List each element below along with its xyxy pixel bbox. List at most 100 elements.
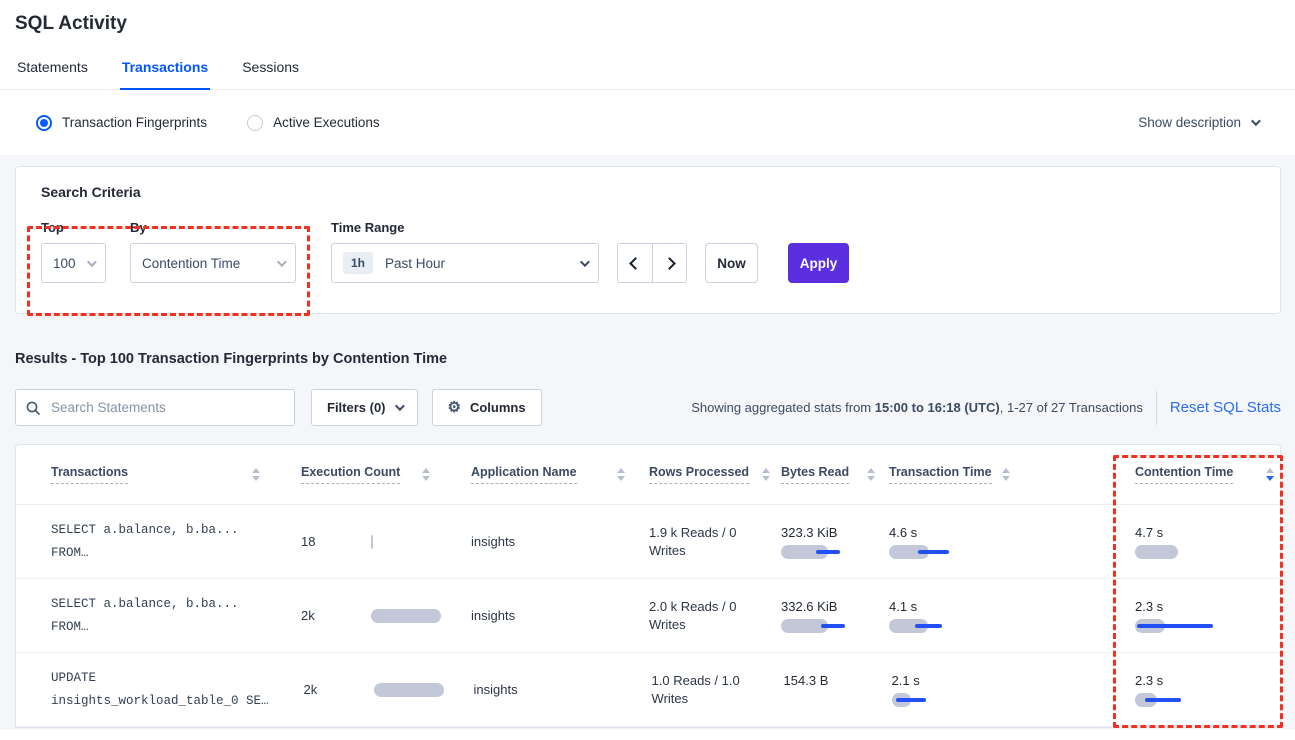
column-label[interactable]: Contention Time xyxy=(1135,465,1233,484)
radio-transaction-fingerprints[interactable]: Transaction Fingerprints xyxy=(36,115,207,131)
column-header-application-name[interactable]: Application Name xyxy=(436,465,631,484)
query-line-1[interactable]: SELECT a.balance, b.ba... xyxy=(51,519,266,542)
transaction-fingerprint-cell[interactable]: SELECT a.balance, b.ba... FROM… xyxy=(16,593,266,639)
filters-button[interactable]: Filters (0) xyxy=(311,389,418,426)
now-button[interactable]: Now xyxy=(705,243,758,283)
page-title: SQL Activity xyxy=(15,13,1280,35)
contention-time-bar xyxy=(1135,693,1280,707)
bytes-read-bar xyxy=(781,545,881,559)
radio-label[interactable]: Transaction Fingerprints xyxy=(62,115,207,130)
query-line-2[interactable]: FROM… xyxy=(51,542,266,565)
table-row[interactable]: SELECT a.balance, b.ba... FROM… 18 insig… xyxy=(16,505,1280,579)
tab-sessions[interactable]: Sessions xyxy=(240,59,301,89)
column-label[interactable]: Transactions xyxy=(51,465,128,484)
by-select[interactable]: Contention Time xyxy=(130,243,296,283)
query-line-1[interactable]: SELECT a.balance, b.ba... xyxy=(51,593,266,616)
by-value: Contention Time xyxy=(142,256,240,271)
transaction-fingerprint-cell[interactable]: SELECT a.balance, b.ba... FROM… xyxy=(16,519,266,565)
gear-icon: ⚙ xyxy=(448,400,461,415)
columns-button[interactable]: ⚙ Columns xyxy=(432,389,542,426)
column-label[interactable]: Transaction Time xyxy=(889,465,992,484)
column-label[interactable]: Execution Count xyxy=(301,465,400,484)
rows-processed-cell: 1.9 k Reads / 0 Writes xyxy=(631,524,776,560)
reset-sql-stats-link[interactable]: Reset SQL Stats xyxy=(1170,399,1281,416)
radio-selected-icon[interactable] xyxy=(36,115,52,131)
table-row[interactable]: UPDATE insights_workload_table_0 SE… 2k … xyxy=(16,653,1280,727)
next-time-button[interactable] xyxy=(652,244,686,282)
search-statements-input[interactable] xyxy=(49,399,284,416)
column-header-rows-processed[interactable]: Rows Processed xyxy=(631,465,776,484)
time-range-select[interactable]: 1h Past Hour xyxy=(331,243,599,283)
top-value: 100 xyxy=(53,256,76,271)
tab-transactions[interactable]: Transactions xyxy=(120,59,210,90)
bytes-read-bar xyxy=(784,693,884,707)
column-label[interactable]: Rows Processed xyxy=(649,465,749,484)
sort-icon[interactable] xyxy=(252,468,260,481)
execution-count-bar xyxy=(374,683,449,697)
top-select[interactable]: 100 xyxy=(41,243,106,283)
transaction-time-value: 2.1 s xyxy=(892,673,1019,688)
contention-time-value: 2.3 s xyxy=(1135,673,1280,688)
transaction-time-bar xyxy=(889,545,1016,559)
by-label: By xyxy=(130,220,296,235)
sort-icon[interactable] xyxy=(1002,468,1010,481)
sort-icon[interactable] xyxy=(422,468,430,481)
column-header-bytes-read[interactable]: Bytes Read xyxy=(776,465,881,484)
radio-unselected-icon[interactable] xyxy=(247,115,263,131)
results-heading: Results - Top 100 Transaction Fingerprin… xyxy=(15,351,1281,367)
page-header: SQL Activity xyxy=(0,0,1295,35)
tab-bar: Statements Transactions Sessions xyxy=(0,59,1295,90)
show-description-label[interactable]: Show description xyxy=(1138,115,1241,130)
time-range-value: Past Hour xyxy=(385,256,445,271)
contention-time-cell: 4.7 s xyxy=(1130,525,1280,559)
execution-count-cell: 2k xyxy=(269,653,439,726)
apply-button[interactable]: Apply xyxy=(788,243,849,283)
time-pager xyxy=(617,243,687,283)
bytes-read-value: 154.3 B xyxy=(784,673,884,688)
query-line-2[interactable]: FROM… xyxy=(51,616,266,639)
results-table: Transactions Execution Count Application… xyxy=(15,444,1281,728)
column-header-execution-count[interactable]: Execution Count xyxy=(266,445,436,504)
content-area: Search Criteria Top 100 By Contention Ti… xyxy=(0,155,1295,730)
execution-count-bar xyxy=(371,535,446,549)
column-label[interactable]: Bytes Read xyxy=(781,465,849,484)
aggregated-stats-text: Showing aggregated stats from 15:00 to 1… xyxy=(691,400,1143,415)
column-header-transaction-time[interactable]: Transaction Time xyxy=(881,465,1016,484)
transaction-time-bar xyxy=(892,693,1019,707)
contention-time-value: 2.3 s xyxy=(1135,599,1280,614)
show-description-toggle[interactable]: Show description xyxy=(1138,115,1258,130)
bytes-read-cell: 323.3 KiB xyxy=(776,525,881,559)
bytes-read-bar xyxy=(781,619,881,633)
column-header-transactions[interactable]: Transactions xyxy=(16,465,266,484)
radio-active-executions[interactable]: Active Executions xyxy=(247,115,380,131)
contention-time-value: 4.7 s xyxy=(1135,525,1280,540)
bytes-read-cell: 154.3 B xyxy=(779,673,884,707)
table-row[interactable]: SELECT a.balance, b.ba... FROM… 2k insig… xyxy=(16,579,1280,653)
contention-time-cell: 2.3 s xyxy=(1130,673,1280,707)
tab-statements[interactable]: Statements xyxy=(15,59,90,89)
search-statements-box[interactable] xyxy=(15,389,295,426)
sort-icon-active-desc[interactable] xyxy=(1266,468,1274,481)
application-name-cell: insights xyxy=(436,533,631,551)
column-header-contention-time[interactable]: Contention Time xyxy=(1130,465,1280,484)
bytes-read-value: 323.3 KiB xyxy=(781,525,881,540)
execution-count-value: 2k xyxy=(301,608,315,623)
query-line-1[interactable]: UPDATE xyxy=(51,667,269,690)
execution-count-bar xyxy=(371,609,446,623)
bytes-read-cell: 332.6 KiB xyxy=(776,599,881,633)
query-line-2[interactable]: insights_workload_table_0 SE… xyxy=(51,690,269,713)
table-header-row: Transactions Execution Count Application… xyxy=(16,445,1280,505)
execution-count-cell: 18 xyxy=(266,505,436,578)
radio-label[interactable]: Active Executions xyxy=(273,115,380,130)
top-field: Top 100 xyxy=(41,220,106,283)
execution-count-value: 18 xyxy=(301,534,315,549)
transaction-fingerprint-cell[interactable]: UPDATE insights_workload_table_0 SE… xyxy=(16,667,269,713)
search-criteria-heading: Search Criteria xyxy=(41,184,1280,200)
chevron-left-icon xyxy=(629,257,642,270)
sort-icon[interactable] xyxy=(762,468,770,481)
results-toolbar: Filters (0) ⚙ Columns Showing aggregated… xyxy=(15,389,1281,426)
column-label[interactable]: Application Name xyxy=(471,465,577,484)
sort-icon[interactable] xyxy=(617,468,625,481)
previous-time-button[interactable] xyxy=(618,244,652,282)
sort-icon[interactable] xyxy=(867,468,875,481)
